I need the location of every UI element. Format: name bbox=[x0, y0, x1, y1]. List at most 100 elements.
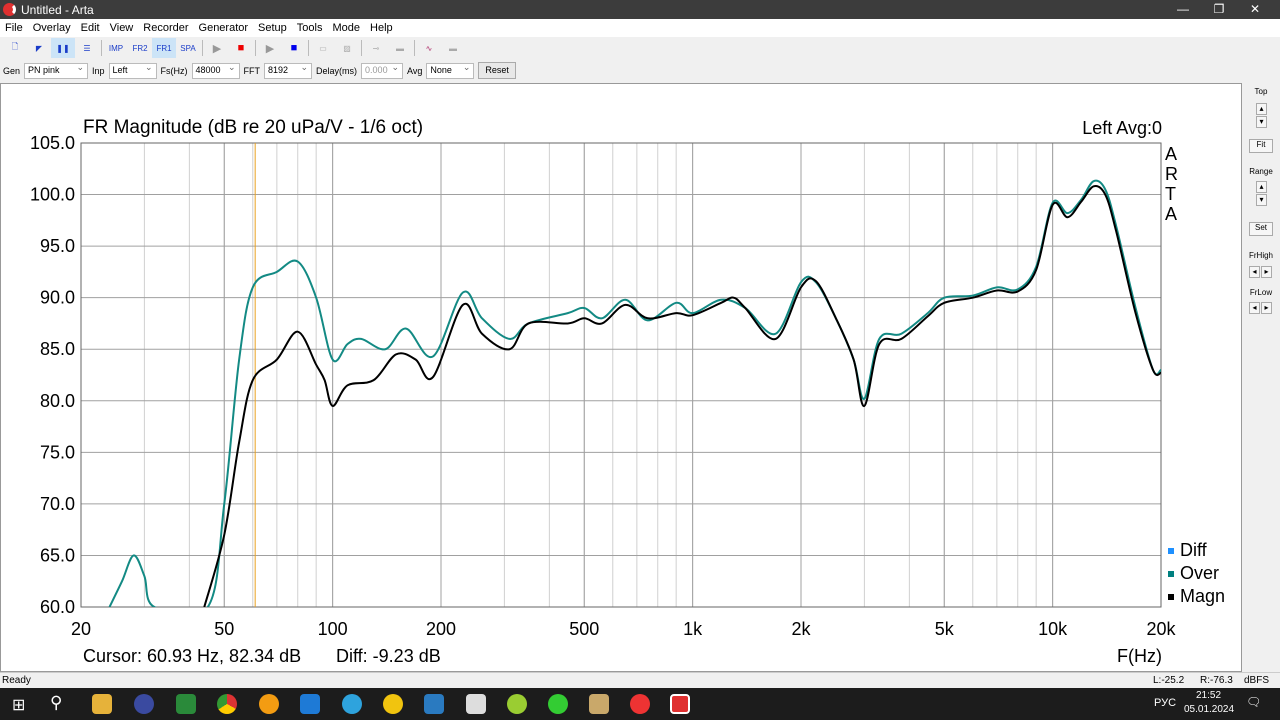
frlow-left-button[interactable]: ◂ bbox=[1249, 302, 1260, 314]
telegram-icon[interactable] bbox=[342, 694, 362, 714]
top-up-button[interactable]: ▴ bbox=[1256, 103, 1267, 115]
top-label: Top bbox=[1254, 87, 1268, 96]
gen-select[interactable]: PN pink bbox=[24, 62, 89, 79]
fr-chart[interactable]: 20 50 100 200 500 1k 2k 5k 10k 20k 105.0 100.0 95.0 9… bbox=[1, 84, 1241, 671]
menu-generator[interactable]: Generator bbox=[194, 22, 254, 34]
avg-label: Avg bbox=[407, 65, 423, 76]
legend-over: Over bbox=[1180, 563, 1219, 583]
maximize-button[interactable]: ❐ bbox=[1201, 0, 1237, 19]
fit-button[interactable]: Fit bbox=[1249, 139, 1273, 153]
legend-swatch bbox=[1168, 594, 1174, 600]
mail-icon[interactable] bbox=[300, 694, 320, 714]
taskbar: ⊞ ⚲ РУС 21:52 05.01.2024 🗨 bbox=[0, 688, 1280, 720]
diff-readout: Diff: -9.23 dB bbox=[336, 646, 441, 666]
arta-logo-icon bbox=[3, 3, 16, 16]
arta-watermark: R bbox=[1165, 164, 1178, 184]
x-tick-label: 20 bbox=[71, 619, 91, 639]
file-explorer-icon[interactable] bbox=[92, 694, 112, 714]
legend-swatch bbox=[1168, 548, 1174, 554]
inp-select[interactable]: Left bbox=[108, 62, 157, 79]
fs-select[interactable]: 48000 bbox=[191, 62, 240, 79]
meter-icon[interactable]: ▬ bbox=[441, 38, 465, 58]
calibrate-icon[interactable]: ▨ bbox=[335, 38, 359, 58]
avg-select[interactable]: None bbox=[426, 62, 475, 79]
plot-area[interactable]: 20 50 100 200 500 1k 2k 5k 10k 20k 105.0 100.0 95.0 9… bbox=[0, 83, 1242, 672]
x-tick-label: 1k bbox=[683, 619, 703, 639]
app-icon[interactable] bbox=[507, 694, 527, 714]
arta-watermark: A bbox=[1165, 144, 1177, 164]
plot-frame bbox=[80, 142, 1162, 608]
app-icon[interactable] bbox=[259, 694, 279, 714]
fft-label: FFT bbox=[243, 65, 261, 76]
app-icon[interactable] bbox=[589, 694, 609, 714]
range-down-button[interactable]: ▾ bbox=[1256, 194, 1267, 206]
app-icon[interactable] bbox=[424, 694, 444, 714]
notification-icon[interactable]: 🗨 bbox=[1246, 695, 1261, 709]
table-icon[interactable]: ☰ bbox=[75, 38, 99, 58]
y-tick-label: 95.0 bbox=[40, 236, 75, 256]
menu-mode[interactable]: Mode bbox=[327, 22, 365, 34]
x-tick-label: 50 bbox=[214, 619, 234, 639]
search-icon[interactable]: ⚲ bbox=[50, 693, 62, 713]
menu-overlay[interactable]: Overlay bbox=[28, 22, 76, 34]
range-up-button[interactable]: ▴ bbox=[1256, 181, 1267, 193]
rec-icon[interactable]: ▭ bbox=[311, 38, 335, 58]
chrome-icon[interactable] bbox=[217, 694, 237, 714]
channel-info: Left Avg:0 bbox=[1082, 118, 1162, 138]
set-button[interactable]: Set bbox=[1249, 222, 1273, 236]
pause-icon[interactable]: ❚❚ bbox=[51, 38, 75, 58]
frhigh-left-button[interactable]: ◂ bbox=[1249, 266, 1260, 278]
reset-button[interactable]: Reset bbox=[478, 62, 516, 79]
imp-button[interactable]: IMP bbox=[104, 38, 128, 58]
probe-icon[interactable]: ⊸ bbox=[364, 38, 388, 58]
spa-button[interactable]: SPA bbox=[176, 38, 200, 58]
open-icon[interactable]: ◤ bbox=[27, 38, 51, 58]
right-panel: Top ▴ ▾ Fit Range ▴ ▾ Set FrHigh ◂ ▸ FrL… bbox=[1242, 83, 1280, 672]
app-icon[interactable] bbox=[134, 694, 154, 714]
y-tick-label: 60.0 bbox=[40, 597, 75, 617]
stop-record-icon[interactable]: ■ bbox=[282, 38, 306, 58]
menu-tools[interactable]: Tools bbox=[292, 22, 328, 34]
menu-recorder[interactable]: Recorder bbox=[138, 22, 193, 34]
range-label: Range bbox=[1249, 167, 1273, 176]
y-tick-label: 90.0 bbox=[40, 288, 75, 308]
bar-icon[interactable]: ▬ bbox=[388, 38, 412, 58]
windows-start-icon[interactable]: ⊞ bbox=[12, 695, 25, 715]
fs-label: Fs(Hz) bbox=[160, 65, 188, 76]
arta-watermark: T bbox=[1165, 184, 1176, 204]
yandex-icon[interactable] bbox=[630, 694, 650, 714]
play-record-icon[interactable]: ▶ bbox=[258, 38, 282, 58]
frhigh-right-button[interactable]: ▸ bbox=[1261, 266, 1272, 278]
x-tick-label: 200 bbox=[426, 619, 456, 639]
fft-select[interactable]: 8192 bbox=[264, 62, 313, 79]
fr1-button[interactable]: FR1 bbox=[152, 38, 176, 58]
new-file-icon[interactable]: 🗋 bbox=[3, 38, 27, 58]
delay-input[interactable]: 0.000 bbox=[361, 62, 404, 79]
menu-view[interactable]: View bbox=[105, 22, 139, 34]
arta-taskbar-icon[interactable] bbox=[670, 694, 690, 714]
y-tick-label: 105.0 bbox=[30, 133, 75, 153]
menu-file[interactable]: File bbox=[0, 22, 28, 34]
frlow-right-button[interactable]: ▸ bbox=[1261, 302, 1272, 314]
x-tick-label: 10k bbox=[1038, 619, 1068, 639]
scope-icon[interactable]: ∿ bbox=[417, 38, 441, 58]
menu-setup[interactable]: Setup bbox=[253, 22, 292, 34]
menu-bar: File Overlay Edit View Recorder Generato… bbox=[0, 19, 1280, 37]
app-icon[interactable] bbox=[548, 694, 568, 714]
close-button[interactable]: ✕ bbox=[1237, 0, 1273, 19]
menu-help[interactable]: Help bbox=[365, 22, 398, 34]
menu-edit[interactable]: Edit bbox=[76, 22, 105, 34]
mp3-icon[interactable] bbox=[176, 694, 196, 714]
play-icon[interactable]: ▶ bbox=[205, 38, 229, 58]
y-tick-label: 65.0 bbox=[40, 545, 75, 565]
minimize-button[interactable]: — bbox=[1165, 0, 1201, 19]
stop-icon[interactable]: ■ bbox=[229, 38, 253, 58]
app-icon[interactable] bbox=[383, 694, 403, 714]
parameter-bar: Gen PN pink Inp Left Fs(Hz) 48000 FFT 81… bbox=[0, 59, 1280, 82]
language-indicator[interactable]: РУС bbox=[1154, 697, 1176, 709]
app-icon[interactable] bbox=[466, 694, 486, 714]
x-tick-label: 500 bbox=[569, 619, 599, 639]
fr2-button[interactable]: FR2 bbox=[128, 38, 152, 58]
top-down-button[interactable]: ▾ bbox=[1256, 116, 1267, 128]
title-bar: Untitled - Arta — ❐ ✕ bbox=[0, 0, 1280, 19]
